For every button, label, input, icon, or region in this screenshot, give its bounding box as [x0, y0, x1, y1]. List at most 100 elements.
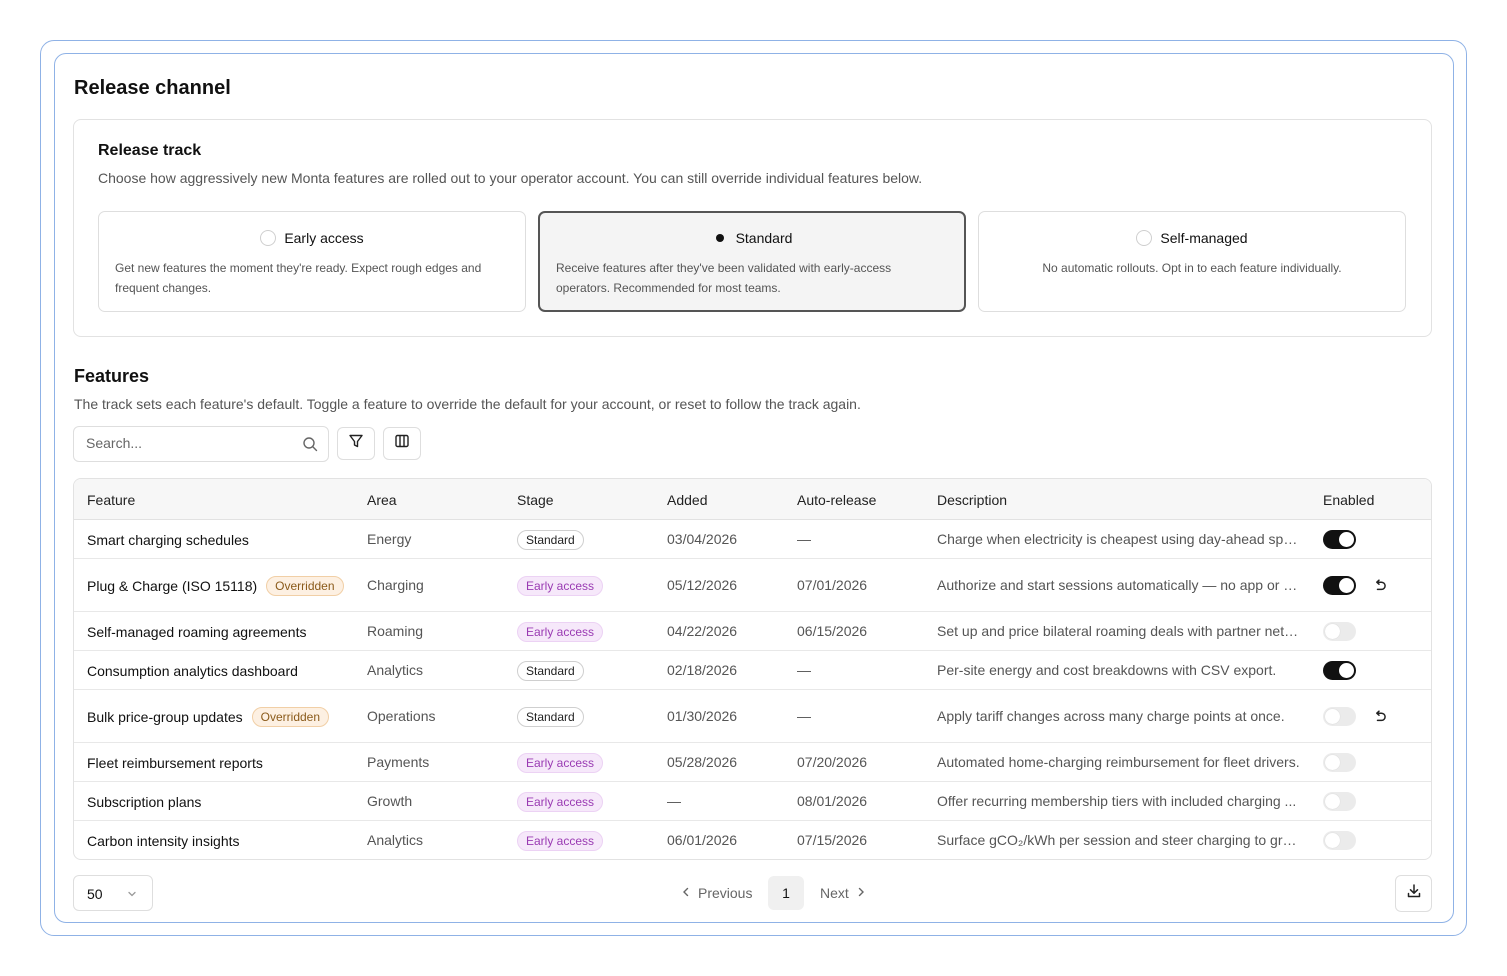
description-cell: Charge when electricity is cheapest usin…: [937, 531, 1302, 547]
area-cell: Analytics: [367, 662, 424, 678]
stage-badge: Early access: [517, 831, 604, 851]
added-cell: 02/18/2026: [667, 662, 738, 678]
stage-badge: Standard: [517, 530, 584, 550]
column-header-feature[interactable]: Feature: [87, 492, 135, 508]
added-cell: 05/12/2026: [667, 577, 738, 593]
feature-name: Consumption analytics dashboard: [87, 663, 298, 679]
table-row: Smart charging schedules Energy Standard 03…: [74, 520, 1431, 559]
enabled-toggle[interactable]: [1323, 530, 1356, 549]
description-cell: Per-site energy and cost breakdowns with…: [937, 662, 1277, 678]
stage-cell: Standard: [517, 661, 584, 681]
feature-cell: Bulk price-group updates Overridden: [87, 706, 330, 728]
chevron-left-icon: [680, 885, 692, 901]
track-option-standard[interactable]: Standard Receive features after they've …: [538, 211, 966, 312]
description-cell: Authorize and start sessions automatical…: [937, 577, 1302, 593]
added-cell: 03/04/2026: [667, 531, 738, 547]
stage-cell: Early access: [517, 576, 604, 596]
column-header-enabled[interactable]: Enabled: [1323, 492, 1374, 508]
enabled-toggle[interactable]: [1323, 576, 1356, 595]
added-cell: 05/28/2026: [667, 754, 738, 770]
table-row: Carbon intensity insights Analytics Early …: [74, 821, 1431, 859]
enabled-toggle[interactable]: [1323, 753, 1356, 772]
auto-release-cell: 06/15/2026: [797, 623, 868, 639]
stage-cell: Early access: [517, 753, 604, 773]
column-header-auto-release[interactable]: Auto-release: [797, 492, 876, 508]
radio-early-access[interactable]: [260, 230, 277, 246]
stage-badge: Standard: [517, 661, 584, 681]
page-size-select[interactable]: 50: [73, 875, 153, 911]
filter-icon: [348, 433, 364, 454]
reset-icon: [1372, 710, 1388, 728]
stage-badge: Early access: [517, 622, 604, 642]
enabled-cell: [1323, 792, 1356, 814]
enabled-cell: [1323, 576, 1356, 598]
auto-release-cell: 07/20/2026: [797, 754, 868, 770]
column-header-added[interactable]: Added: [667, 492, 707, 508]
stage-cell: Early access: [517, 622, 604, 642]
track-option-self-managed[interactable]: Self-managed No automatic rollouts. Opt …: [978, 211, 1406, 312]
reset-button[interactable]: [1372, 709, 1388, 728]
feature-name: Self-managed roaming agreements: [87, 624, 307, 640]
track-option-description: Get new features the moment they're read…: [115, 261, 482, 295]
stage-cell: Early access: [517, 792, 604, 812]
enabled-cell: [1323, 661, 1356, 683]
enabled-toggle[interactable]: [1323, 707, 1356, 726]
reset-icon: [1372, 579, 1388, 597]
stage-badge: Standard: [517, 707, 584, 727]
enabled-toggle[interactable]: [1323, 661, 1356, 680]
enabled-toggle[interactable]: [1323, 792, 1356, 811]
page-title: Release channel: [74, 77, 231, 99]
enabled-cell: [1323, 707, 1356, 729]
feature-name: Plug & Charge (ISO 15118): [87, 578, 258, 594]
auto-release-cell: 07/15/2026: [797, 832, 868, 848]
reset-button[interactable]: [1372, 578, 1388, 597]
filter-button[interactable]: [337, 427, 375, 460]
search-box: [73, 426, 329, 462]
auto-release-cell: 07/01/2026: [797, 577, 868, 593]
feature-cell: Subscription plans: [87, 791, 201, 813]
area-cell: Growth: [367, 793, 413, 809]
enabled-cell: [1323, 753, 1356, 775]
radio-standard[interactable]: [712, 230, 728, 246]
chevron-down-icon: [126, 887, 138, 905]
feature-cell: Carbon intensity insights: [87, 830, 240, 852]
column-header-stage[interactable]: Stage: [517, 492, 554, 508]
columns-icon: [394, 433, 410, 454]
next-page-button[interactable]: Next: [820, 876, 867, 910]
columns-button[interactable]: [383, 427, 421, 460]
feature-cell: Plug & Charge (ISO 15118) Overridden: [87, 575, 344, 597]
enabled-cell: [1323, 831, 1356, 853]
added-cell: 06/01/2026: [667, 832, 738, 848]
overridden-badge: Overridden: [266, 576, 344, 596]
track-option-description: No automatic rollouts. Opt in to each fe…: [1042, 261, 1342, 275]
column-header-area[interactable]: Area: [367, 492, 397, 508]
feature-name: Carbon intensity insights: [87, 833, 240, 849]
track-option-early-access[interactable]: Early access Get new features the moment…: [98, 211, 526, 312]
added-cell: —: [667, 793, 681, 809]
enabled-toggle[interactable]: [1323, 831, 1356, 850]
added-cell: 04/22/2026: [667, 623, 738, 639]
download-button[interactable]: [1395, 875, 1432, 912]
page-size-value: 50: [87, 886, 103, 902]
page-number-current[interactable]: 1: [768, 876, 804, 910]
description-cell: Automated home-charging reimbursement fo…: [937, 754, 1300, 770]
release-track-description: Choose how aggressively new Monta featur…: [98, 170, 923, 186]
stage-badge: Early access: [517, 753, 604, 773]
search-icon[interactable]: [302, 436, 318, 457]
table-row: Consumption analytics dashboard Analytics…: [74, 651, 1431, 690]
column-header-description[interactable]: Description: [937, 492, 1007, 508]
search-input[interactable]: [86, 435, 286, 451]
enabled-toggle[interactable]: [1323, 622, 1356, 641]
previous-page-button[interactable]: Previous: [680, 876, 752, 910]
auto-release-cell: —: [797, 662, 811, 678]
table-row: Bulk price-group updates Overridden Operat…: [74, 690, 1431, 743]
track-option-description: Receive features after they've been vali…: [556, 261, 892, 295]
area-cell: Charging: [367, 577, 424, 593]
radio-self-managed[interactable]: [1136, 230, 1153, 246]
feature-name: Bulk price-group updates: [87, 709, 243, 725]
description-cell: Offer recurring membership tiers with in…: [937, 793, 1297, 809]
track-option-label: Early access: [284, 230, 364, 246]
table-row: Self-managed roaming agreements Roaming Ea…: [74, 612, 1431, 651]
auto-release-cell: —: [797, 531, 811, 547]
enabled-cell: [1323, 530, 1356, 552]
